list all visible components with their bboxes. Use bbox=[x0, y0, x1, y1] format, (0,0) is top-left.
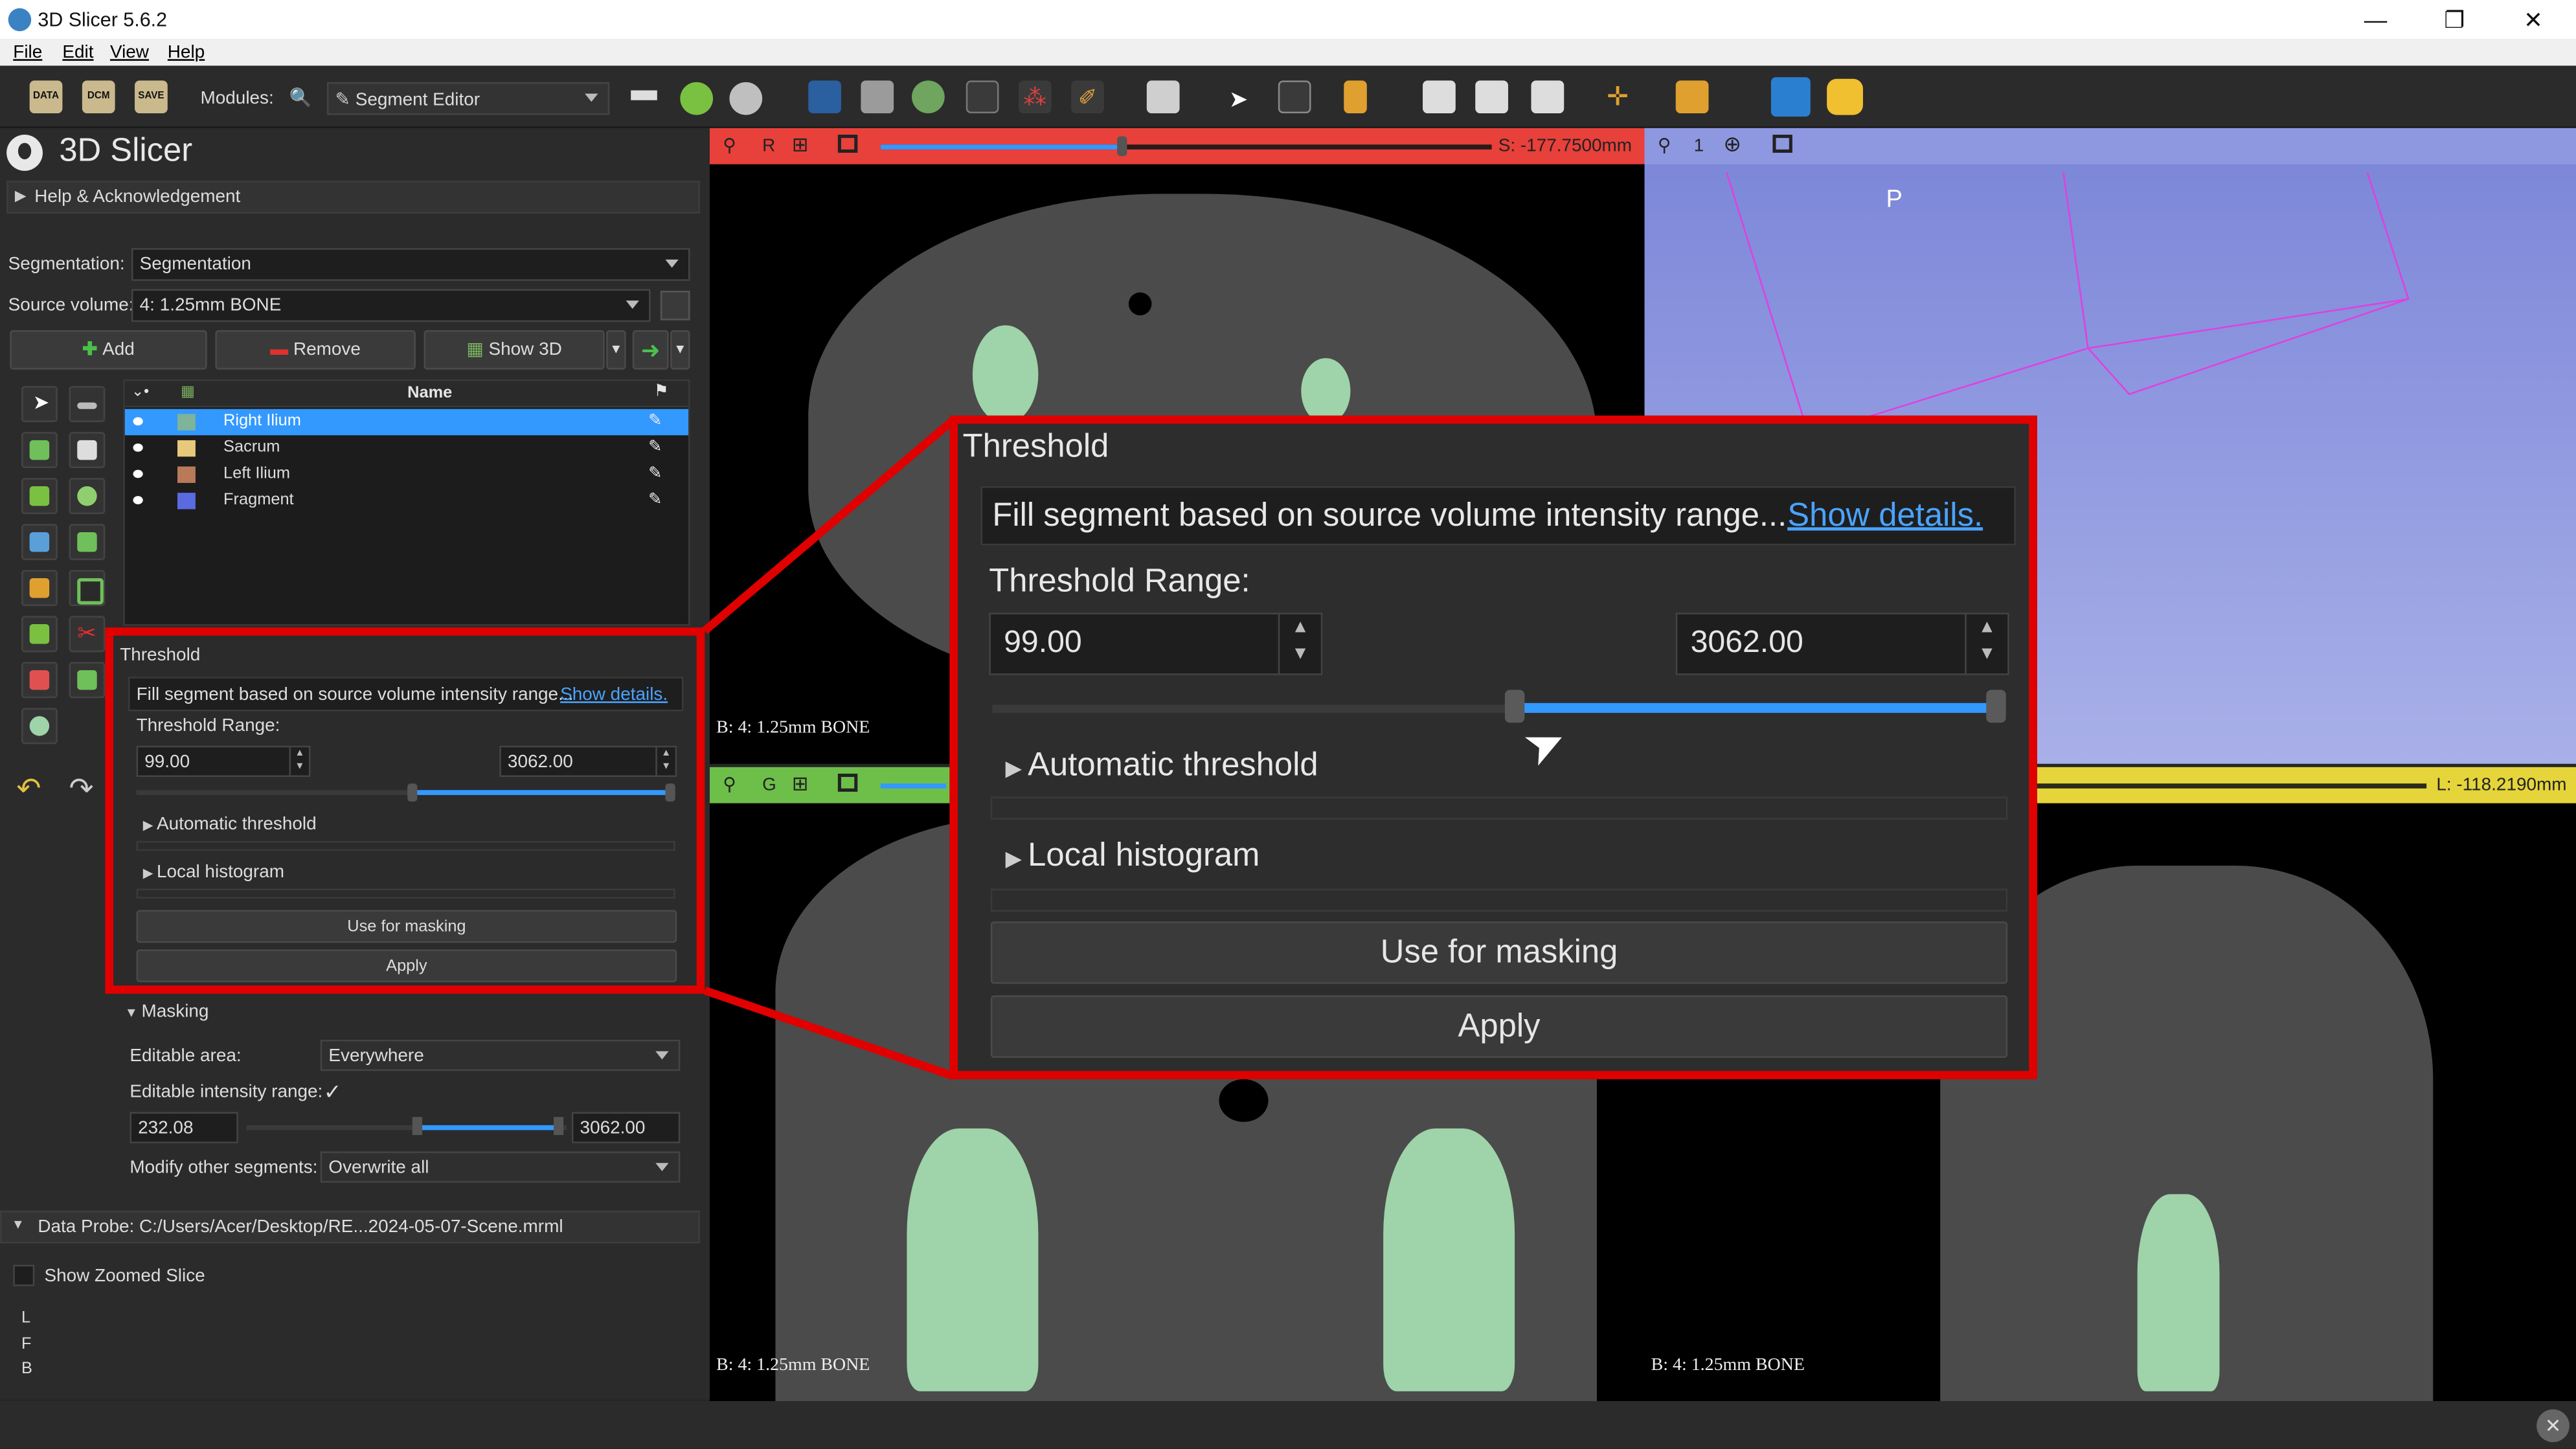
zoom-local-histogram-collapsed bbox=[990, 888, 2008, 912]
zoom-threshold-max-value: 3062.00 bbox=[1690, 625, 1803, 660]
zoom-threshold-max-handle[interactable] bbox=[1986, 690, 2006, 723]
zoom-local-histogram-toggle[interactable]: ▶ Local histogram bbox=[1006, 838, 1260, 875]
zoom-automatic-threshold-toggle[interactable]: ▶ Automatic threshold bbox=[1006, 747, 1318, 785]
zoom-apply-button[interactable]: Apply bbox=[990, 995, 2008, 1058]
zoom-threshold-slider-fill bbox=[1521, 702, 1993, 713]
status-bar: ✕ bbox=[0, 1401, 2576, 1449]
collapse-arrow-icon: ▶ bbox=[1005, 846, 1028, 871]
zoom-show-details-link[interactable]: Show details. bbox=[1787, 498, 1983, 535]
spin-arrows-icon[interactable]: ▲ ▼ bbox=[1278, 614, 1321, 674]
zoom-description: Fill segment based on source volume inte… bbox=[992, 497, 1787, 534]
zoom-threshold-min-spinbox[interactable]: 99.00 ▲ ▼ bbox=[989, 612, 1323, 675]
zoom-description-box: Fill segment based on source volume inte… bbox=[980, 486, 2016, 546]
zoom-threshold-max-spinbox[interactable]: 3062.00 ▲ ▼ bbox=[1675, 612, 2009, 675]
zoom-threshold-min-value: 99.00 bbox=[1004, 625, 1082, 660]
zoom-threshold-range-label: Threshold Range: bbox=[989, 563, 1250, 600]
zoom-threshold-min-handle[interactable] bbox=[1504, 690, 1525, 723]
zoom-automatic-threshold-label: Automatic threshold bbox=[1028, 747, 1318, 784]
zoom-use-for-masking-button[interactable]: Use for masking bbox=[990, 921, 2008, 984]
spin-arrows-icon[interactable]: ▲ ▼ bbox=[1965, 614, 2007, 674]
zoom-automatic-threshold-collapsed bbox=[990, 796, 2008, 820]
zoom-threshold-title: Threshold bbox=[962, 429, 1109, 465]
threshold-zoom-callout: Threshold Fill segment based on source v… bbox=[949, 415, 2037, 1079]
zoom-local-histogram-label: Local histogram bbox=[1028, 837, 1260, 874]
collapse-arrow-icon: ▶ bbox=[1005, 756, 1028, 781]
error-log-icon[interactable]: ✕ bbox=[2536, 1409, 2570, 1443]
